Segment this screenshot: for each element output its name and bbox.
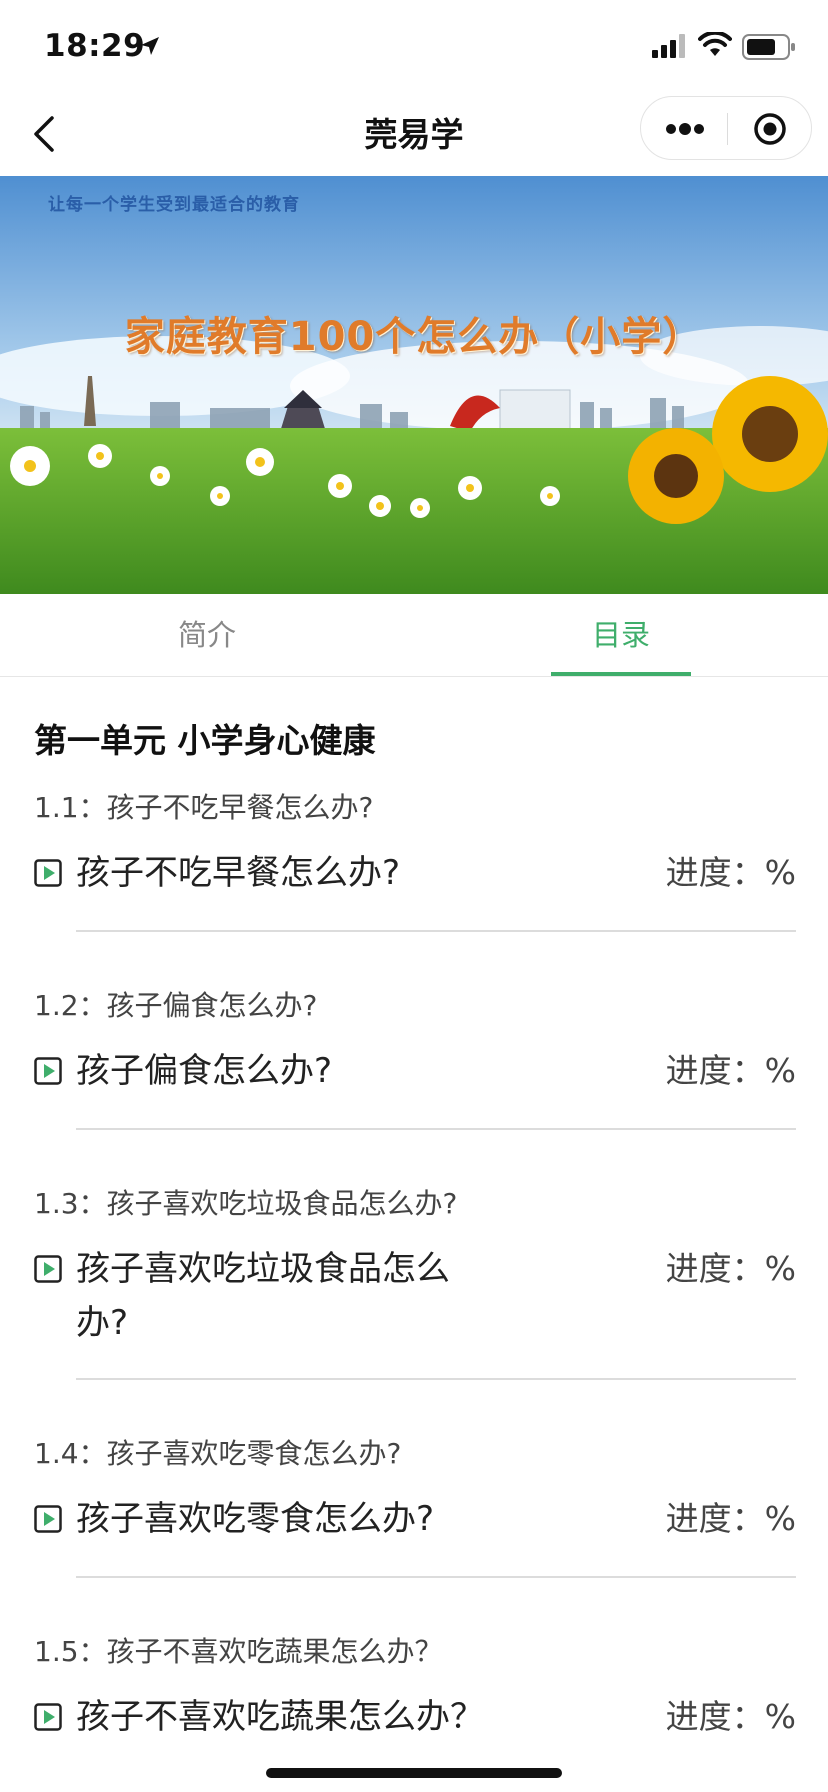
lesson-title: 孩子喜欢吃零食怎么办? (76, 1499, 435, 1539)
lesson-title: 孩子不喜欢吃蔬果怎么办？ (76, 1697, 484, 1737)
tab-catalog[interactable]: 目录 (414, 612, 828, 654)
location-arrow-icon (141, 37, 159, 55)
lesson-title: 孩子不吃早餐怎么办? (76, 853, 401, 893)
item-subtitle: 1.5：孩子不喜欢吃蔬果怎么办？ (34, 1635, 443, 1668)
lesson-progress: 进度：% (665, 853, 796, 892)
lesson-progress: 进度：% (665, 1697, 796, 1736)
play-icon (34, 1703, 62, 1731)
status-time: 18:29 (44, 28, 146, 64)
lesson-progress: 进度：% (665, 1051, 796, 1090)
tab-intro[interactable]: 简介 (0, 612, 414, 654)
play-icon (34, 1057, 62, 1085)
course-banner: 让每一个学生受到最适合的教育 家庭教育100个怎么办（小学） (0, 176, 828, 594)
divider (76, 930, 796, 932)
active-tab-indicator (551, 672, 691, 676)
tab-bar: 简介 目录 (0, 594, 828, 677)
lesson-progress: 进度：% (665, 1249, 796, 1288)
lesson-title: 孩子偏食怎么办? (76, 1051, 333, 1091)
play-icon (34, 1255, 62, 1283)
navigation-bar: 莞易学 (0, 92, 828, 176)
cellular-signal-icon (652, 34, 685, 58)
status-bar: 18:29 (0, 0, 828, 92)
home-indicator (266, 1768, 562, 1778)
item-subtitle: 1.1：孩子不吃早餐怎么办? (34, 791, 374, 824)
banner-slogan: 让每一个学生受到最适合的教育 (48, 195, 300, 215)
wifi-icon (698, 32, 732, 56)
miniprogram-capsule (640, 96, 812, 160)
play-icon (34, 1505, 62, 1533)
divider (76, 1378, 796, 1380)
banner-title: 家庭教育100个怎么办（小学） (124, 314, 704, 360)
banner-illustration (0, 176, 828, 594)
more-options-icon[interactable] (665, 119, 705, 139)
lesson-progress: 进度：% (665, 1499, 796, 1538)
item-subtitle: 1.2：孩子偏食怎么办? (34, 989, 318, 1022)
lesson-title: 孩子喜欢吃垃圾食品怎么办? (76, 1249, 450, 1343)
divider (76, 1576, 796, 1578)
close-miniprogram-icon[interactable] (753, 112, 787, 146)
capsule-divider (727, 113, 728, 145)
battery-icon (742, 34, 795, 60)
play-icon (34, 859, 62, 887)
item-subtitle: 1.4：孩子喜欢吃零食怎么办? (34, 1437, 402, 1470)
unit-title: 第一单元 小学身心健康 (34, 721, 376, 760)
item-subtitle: 1.3：孩子喜欢吃垃圾食品怎么办? (34, 1187, 458, 1220)
divider (76, 1128, 796, 1130)
